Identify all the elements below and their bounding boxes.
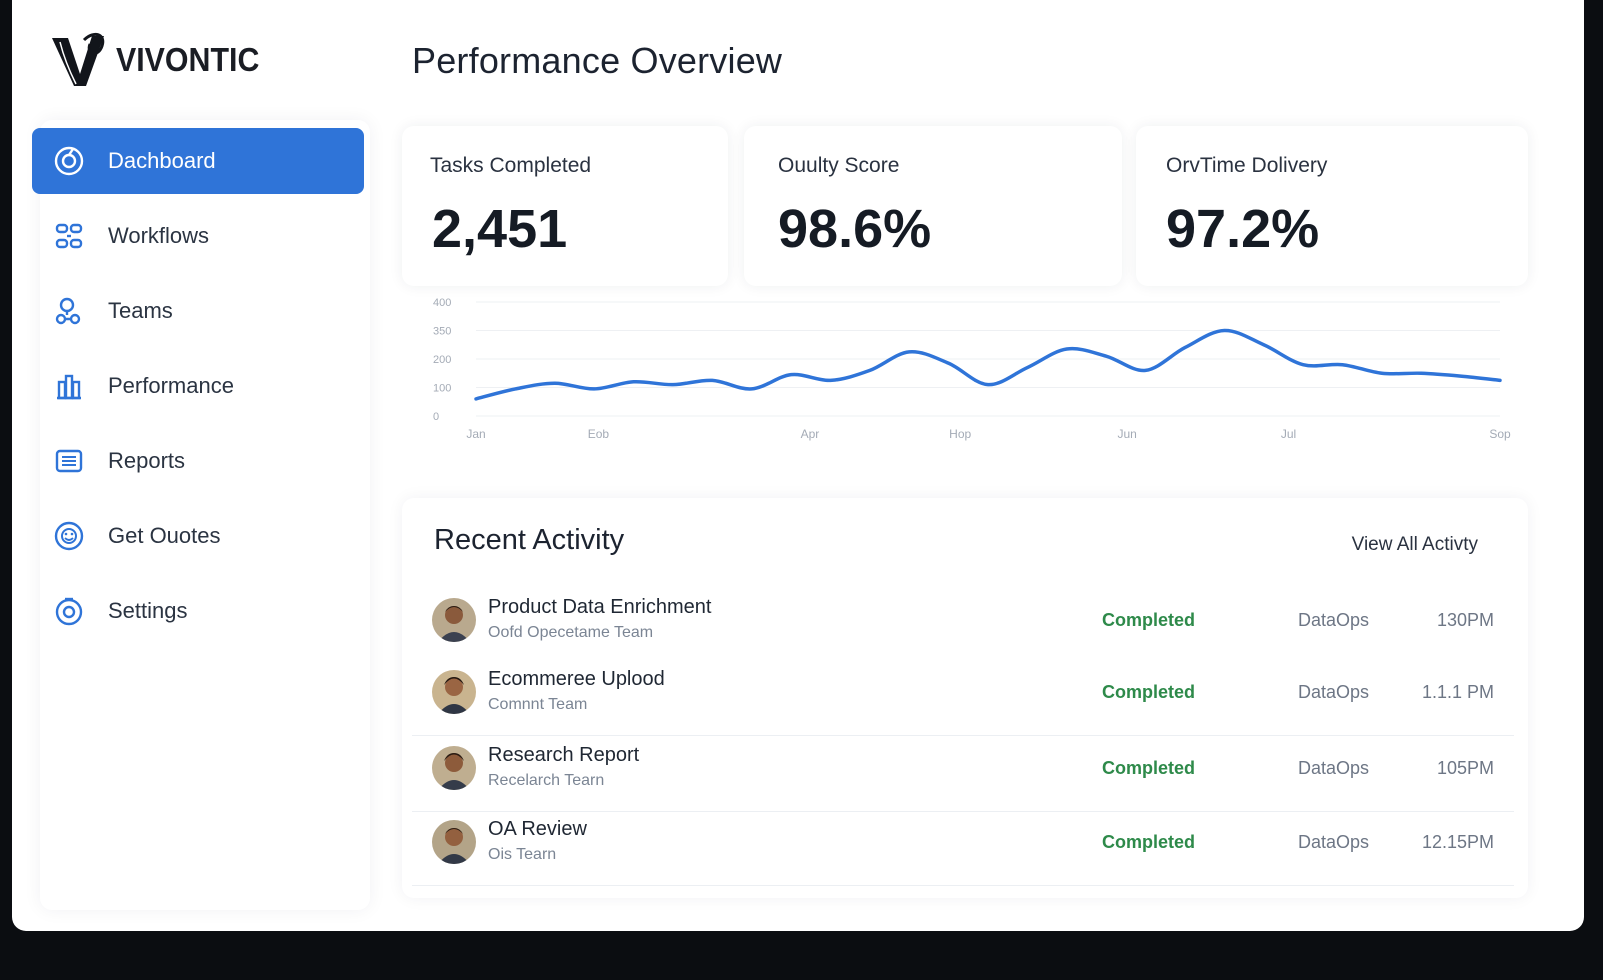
kpi-value: 97.2% (1166, 199, 1320, 259)
activity-title: Research Report (488, 744, 640, 766)
activity-team-name: Ois Tearn (488, 846, 557, 863)
chart-x-tick-label: Jan (466, 427, 485, 441)
performance-icon (52, 369, 86, 403)
reports-icon (52, 444, 86, 478)
activity-time: 1.1.1 PM (1421, 682, 1494, 702)
chart-series-line (474, 328, 1502, 401)
chart-x-tick-label: Jun (1117, 427, 1136, 441)
logo-mark-icon (52, 32, 105, 86)
activity-team-name: Comnnt Team (488, 696, 588, 713)
chart-x-tick-label: Sop (1489, 427, 1511, 441)
avatar (432, 820, 476, 864)
sidebar-item-settings[interactable]: Settings (32, 578, 364, 644)
chart-svg: 400 350 200 100 0 Jan Eob Apr Hop Jun Jul Sop (433, 297, 1511, 441)
row-divider (412, 735, 1514, 736)
dashboard-icon (52, 144, 86, 178)
quotes-icon (52, 519, 86, 553)
workflows-icon (52, 219, 86, 253)
sidebar-item-label: Settings (108, 598, 188, 623)
teams-icon (52, 294, 86, 328)
activity-department: DataOps (1298, 758, 1370, 778)
activity-title: OA Review (488, 818, 587, 840)
avatar (432, 746, 476, 790)
kpi-label: Tasks Completed (430, 154, 592, 177)
activity-time: 130PM (1436, 610, 1494, 630)
sidebar-item-label: Dachboard (108, 148, 216, 173)
brand-logo[interactable]: VIVONTIC (46, 28, 272, 94)
status-badge: Completed (1102, 610, 1196, 630)
activity-time: 12.15PM (1421, 832, 1494, 852)
settings-icon (52, 594, 86, 628)
status-badge: Completed (1102, 682, 1196, 702)
page-title: Performance Overview (412, 40, 783, 81)
sidebar-item-quotes[interactable]: Get Ouotes (32, 503, 364, 569)
chart-x-tick-label: Apr (801, 427, 820, 441)
sidebar-item-label: Get Ouotes (108, 523, 221, 548)
sidebar-item-teams[interactable]: Teams (32, 278, 364, 344)
sidebar-item-label: Workflows (108, 223, 210, 248)
row-divider (412, 885, 1514, 886)
chart-x-tick-label: Jul (1281, 427, 1296, 441)
avatar (432, 670, 476, 714)
recent-activity-title: Recent Activity (434, 524, 625, 556)
activity-row[interactable]: OA Review Ois Tearn Completed DataOps 12… (412, 812, 1514, 886)
chart-x-tick-label: Eob (588, 427, 610, 441)
activity-team-name: Recelarch Tearn (488, 772, 605, 789)
activity-row[interactable]: Product Data Enrichment Oofd Opecetame T… (432, 590, 1494, 662)
sidebar-item-label: Teams (108, 298, 173, 323)
sidebar-item-label: Reports (108, 448, 186, 473)
activity-department: DataOps (1298, 610, 1370, 630)
kpi-card-on-time-delivery: OrvTime Dolivery 97.2% (1136, 126, 1528, 286)
activity-department: DataOps (1298, 832, 1370, 852)
chart-y-tick-label: 400 (433, 297, 451, 309)
sidebar-item-dashboard[interactable]: Dachboard (32, 128, 364, 194)
status-badge: Completed (1102, 832, 1196, 852)
chart-y-tick-label: 350 (433, 326, 451, 338)
activity-title: Product Data Enrichment (488, 596, 712, 618)
sidebar-nav: Dachboard Workflows Teams Performance Re… (32, 128, 364, 653)
view-all-activity-link[interactable]: View All Activty (1352, 534, 1478, 556)
kpi-label: Ouulty Score (778, 154, 900, 177)
sidebar: VIVONTIC Dachboard Workflows Teams Perfo… (12, 0, 364, 931)
sidebar-item-performance[interactable]: Performance (32, 353, 364, 419)
kpi-value: 98.6% (778, 199, 932, 259)
app-window: VIVONTIC Dachboard Workflows Teams Perfo… (12, 0, 1584, 931)
sidebar-item-reports[interactable]: Reports (32, 428, 364, 494)
performance-line-chart: 400 350 200 100 0 Jan Eob Apr Hop Jun Jul Sop (408, 290, 1528, 470)
sidebar-item-label: Performance (108, 373, 234, 398)
kpi-card-tasks-completed: Tasks Completed 2,451 (402, 126, 728, 286)
avatar (432, 598, 476, 642)
chart-y-tick-label: 0 (433, 411, 439, 423)
brand-name: VIVONTIC (116, 41, 260, 78)
sidebar-item-workflows[interactable]: Workflows (32, 203, 364, 269)
kpi-value: 2,451 (432, 199, 568, 259)
status-badge: Completed (1102, 758, 1196, 778)
kpi-card-quality-score: Ouulty Score 98.6% (744, 126, 1122, 286)
kpi-label: OrvTime Dolivery (1166, 154, 1328, 177)
chart-x-tick-label: Hop (949, 427, 971, 441)
recent-activity-card: Recent Activity View All Activty Product… (402, 498, 1528, 898)
activity-row[interactable]: Research Report Recelarch Tearn Complete… (412, 738, 1514, 812)
activity-department: DataOps (1298, 682, 1370, 702)
activity-team-name: Oofd Opecetame Team (488, 624, 654, 641)
chart-y-tick-label: 200 (433, 354, 451, 366)
activity-time: 105PM (1436, 758, 1494, 778)
activity-row[interactable]: Ecommeree Uplood Comnnt Team Completed D… (412, 662, 1514, 736)
activity-title: Ecommeree Uplood (488, 668, 665, 690)
chart-y-tick-label: 100 (433, 383, 451, 395)
